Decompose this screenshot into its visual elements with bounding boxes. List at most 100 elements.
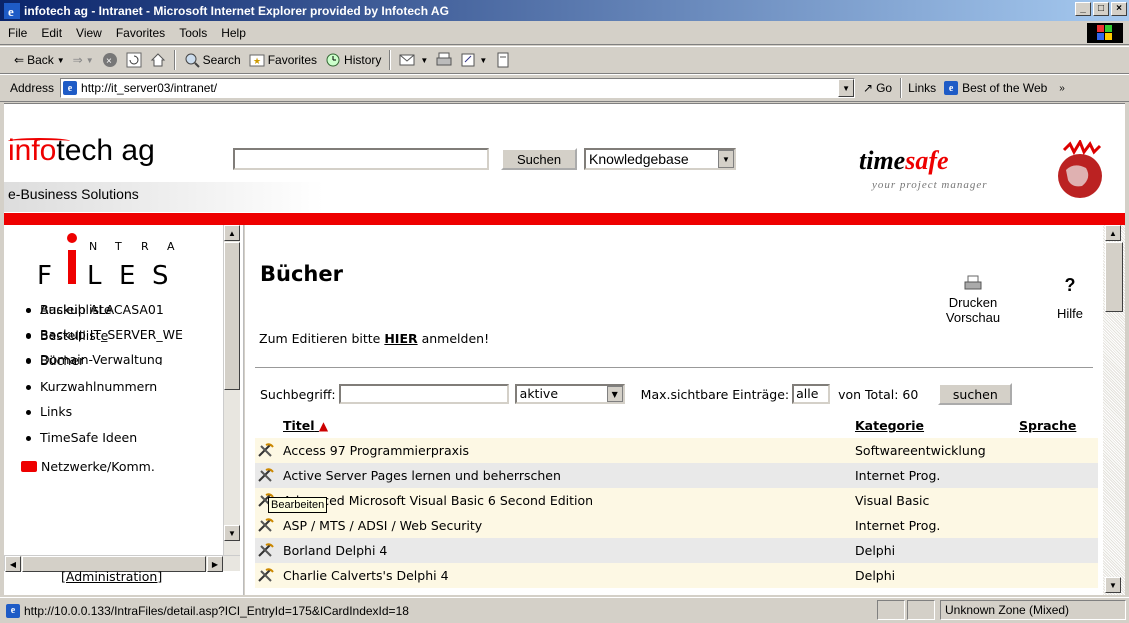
svg-text:★: ★	[253, 56, 261, 66]
help-button[interactable]: ? Hilfe	[1045, 275, 1095, 321]
max-entries-input[interactable]: alle	[792, 384, 831, 404]
total-count: von Total: 60	[838, 386, 919, 402]
maximize-button[interactable]: □	[1093, 2, 1109, 16]
print-button[interactable]	[436, 52, 452, 68]
menu-view[interactable]: View	[76, 26, 102, 40]
minimize-button[interactable]: _	[1075, 2, 1091, 16]
scroll-down-icon[interactable]: ▼	[1105, 577, 1121, 593]
window-title: infotech ag - Intranet - Microsoft Inter…	[24, 3, 449, 18]
administration-link[interactable]: [Administration]	[61, 569, 162, 584]
windows-logo-icon	[1087, 23, 1123, 43]
sidebar-item-kurzwahlnummern[interactable]: Kurzwahlnummern	[26, 378, 157, 404]
go-button[interactable]: ↗ Go	[863, 81, 892, 95]
edit-login-text: Zum Editieren bitte HIER anmelden!	[259, 331, 489, 346]
search-term-input[interactable]	[338, 384, 509, 404]
sidebar-folder-netzwerke[interactable]: Netzwerke/Komm.	[21, 459, 155, 474]
more-links-chevron-icon[interactable]: »	[1059, 83, 1065, 94]
close-button[interactable]: ×	[1111, 2, 1127, 16]
sidebar-subitem-backup-alacasa[interactable]: Backup ALACASA01	[26, 301, 216, 326]
timesafe-time: time	[859, 146, 906, 175]
table-row[interactable]: Access 97 Programmierpraxis Softwareentwi…	[255, 438, 1098, 463]
back-arrow-icon: ⇐	[14, 53, 25, 67]
chevron-down-icon: ▼	[606, 386, 623, 402]
mail-button[interactable]: ▼	[399, 52, 428, 68]
links-label[interactable]: Links	[908, 81, 936, 95]
menu-tools[interactable]: Tools	[179, 26, 207, 40]
stop-icon: ×	[102, 53, 117, 67]
discuss-button[interactable]	[495, 52, 511, 68]
menu-file[interactable]: File	[8, 26, 27, 40]
sidebar-item-links[interactable]: Links	[26, 403, 157, 429]
scroll-left-icon[interactable]: ◀	[5, 556, 21, 572]
edit-tools-icon[interactable]	[258, 543, 274, 557]
status-pane	[877, 600, 905, 620]
print-preview-button[interactable]: Drucken Vorschau	[933, 275, 1013, 325]
scroll-down-icon[interactable]: ▼	[224, 525, 240, 541]
scroll-up-icon[interactable]: ▲	[224, 225, 240, 241]
toolbar-separator	[389, 50, 392, 70]
svg-text:S: S	[152, 261, 169, 290]
best-of-web-link[interactable]: e Best of the Web	[944, 81, 1047, 95]
row-category: Internet Prog.	[852, 463, 1016, 488]
search-button[interactable]: Search	[184, 52, 241, 68]
table-row[interactable]: Charlie Calverts's Delphi 4 Delphi	[255, 563, 1098, 588]
sidebar: NTRAFLES Ausleihliste Bestellliste Büche…	[4, 225, 244, 595]
scroll-up-icon[interactable]: ▲	[1105, 225, 1121, 241]
column-header-titel[interactable]: Titel ▲	[255, 413, 852, 438]
sidebar-vscroll-thumb[interactable]	[224, 242, 240, 390]
svg-text:R: R	[141, 240, 149, 253]
table-row[interactable]: Borland Delphi 4 Delphi	[255, 538, 1098, 563]
divider	[255, 367, 1093, 368]
edit-tools-icon[interactable]	[258, 443, 274, 457]
search-submit-button[interactable]: suchen	[938, 383, 1013, 405]
print-label-1: Drucken	[948, 295, 998, 310]
kb-search-button[interactable]: Suchen	[501, 148, 577, 170]
main-vscrollbar[interactable]: ▲ ▼	[1103, 225, 1125, 595]
edit-tools-icon[interactable]	[258, 568, 274, 582]
row-title: Access 97 Programmierpraxis	[283, 443, 469, 458]
favorites-label: Favorites	[267, 53, 318, 67]
address-dropdown-button[interactable]: ▼	[838, 79, 855, 97]
table-row[interactable]: Advanced Microsoft Visual Basic 6 Second…	[255, 488, 1098, 513]
address-input[interactable]: e http://it_server03/intranet/ ▼	[60, 78, 856, 98]
sidebar-subitem-domain[interactable]: Domain-Verwaltung	[26, 351, 216, 365]
kb-search-input[interactable]	[233, 148, 489, 170]
logo-tagline: e-Business Solutions	[8, 186, 139, 202]
column-header-sprache[interactable]: Sprache	[1016, 413, 1098, 438]
search-icon	[185, 53, 200, 68]
status-select[interactable]: aktive ▼	[514, 384, 625, 404]
menu-edit[interactable]: Edit	[41, 26, 62, 40]
discuss-icon	[497, 52, 509, 68]
login-link[interactable]: HIER	[384, 331, 417, 346]
sidebar-subitem-backup-itserver[interactable]: Backup IT_SERVER_WE	[26, 326, 216, 351]
back-button[interactable]: ⇐ Back ▼	[14, 53, 65, 67]
home-button[interactable]	[150, 52, 166, 68]
favorites-button[interactable]: ★ Favorites	[249, 52, 317, 68]
sidebar-vscrollbar[interactable]: ▲ ▼	[223, 225, 240, 555]
main-vscroll-thumb[interactable]	[1105, 242, 1123, 312]
sort-asc-icon: ▲	[318, 419, 329, 433]
edit-tools-icon[interactable]	[258, 468, 274, 482]
kb-scope-select[interactable]: Knowledgebase ▼	[584, 148, 736, 170]
sidebar-item-timesafe-ideen[interactable]: TimeSafe Ideen	[26, 429, 157, 455]
favorites-icon: ★	[249, 54, 265, 67]
column-header-kategorie[interactable]: Kategorie	[852, 413, 1016, 438]
timesafe-safe: safe	[905, 146, 949, 175]
history-button[interactable]: History	[325, 52, 381, 68]
row-category: Delphi	[852, 538, 1016, 563]
scroll-right-icon[interactable]: ▶	[207, 556, 223, 572]
intrafiles-logo: N T R A F L E S	[37, 233, 175, 290]
edit-button[interactable]: ▼	[460, 52, 487, 68]
menu-help[interactable]: Help	[221, 26, 246, 40]
table-row[interactable]: ASP / MTS / ADSI / Web Security Internet …	[255, 513, 1098, 538]
chevron-down-icon: ▼	[718, 150, 734, 168]
edit-tools-icon[interactable]	[258, 518, 274, 532]
forward-button[interactable]: ⇒ ▼	[73, 53, 94, 67]
table-row[interactable]: Active Server Pages lernen und beherrsch…	[255, 463, 1098, 488]
status-page-icon: e	[6, 603, 20, 618]
refresh-button[interactable]	[126, 52, 142, 68]
address-label: Address	[10, 81, 55, 95]
window-titlebar: e infotech ag - Intranet - Microsoft Int…	[0, 0, 1129, 21]
stop-button[interactable]: ×	[102, 52, 118, 68]
menu-favorites[interactable]: Favorites	[116, 26, 165, 40]
